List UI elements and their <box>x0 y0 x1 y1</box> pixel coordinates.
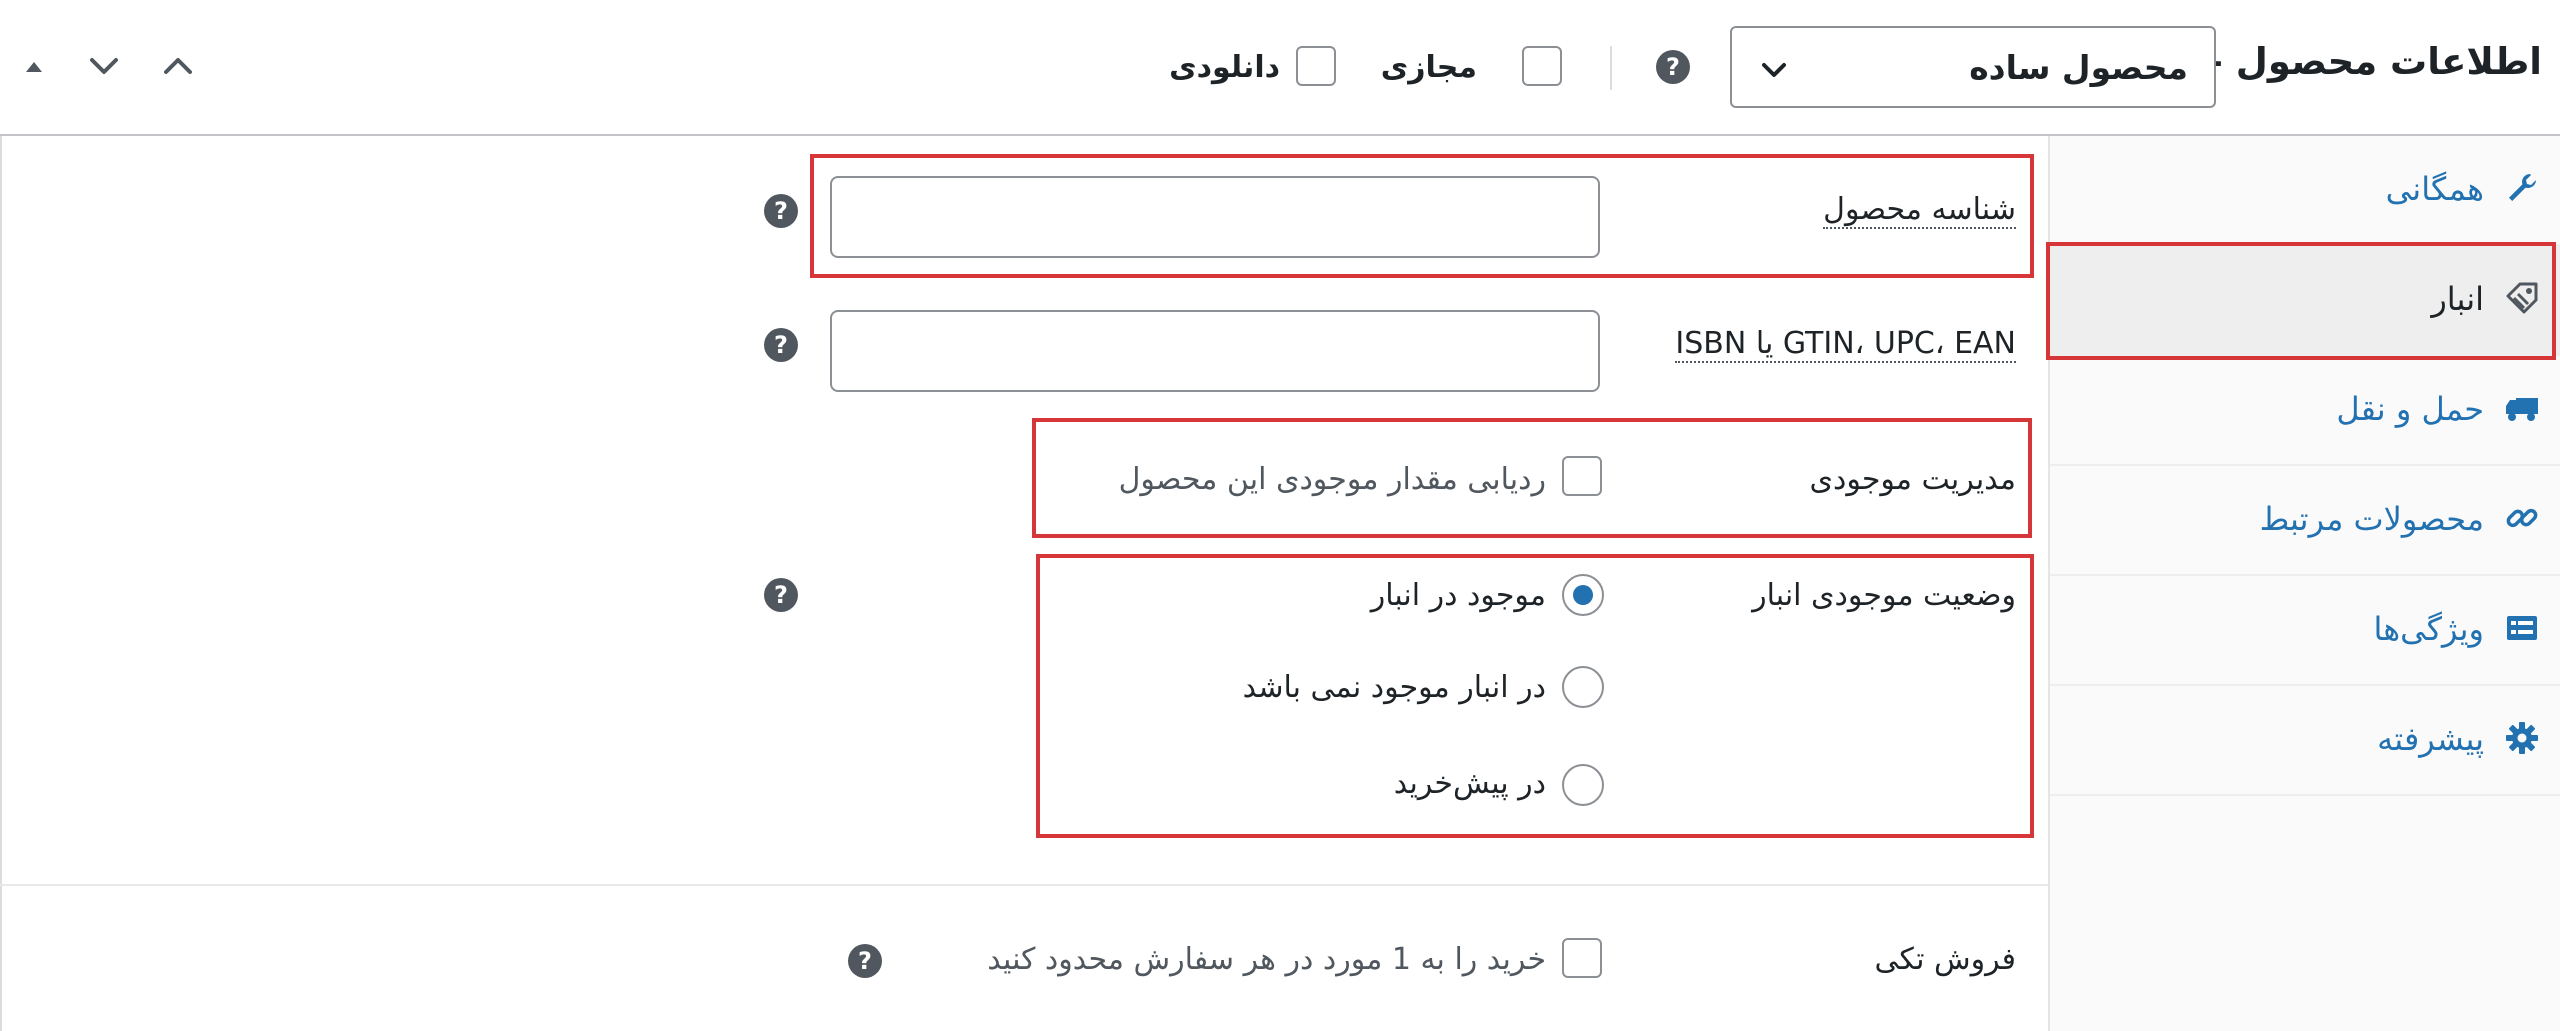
gtin-label: GTIN، UPC، EAN یا ISBN <box>1675 326 2016 363</box>
tab-attributes[interactable]: ویژگی‌ها <box>2050 576 2560 686</box>
virtual-label: مجازی <box>1380 50 1477 85</box>
tab-general-label: همگانی <box>2385 170 2484 208</box>
header-divider <box>1610 46 1612 90</box>
section-divider <box>0 884 2048 886</box>
sold-individually-checkbox[interactable] <box>1562 938 1602 978</box>
downloadable-checkbox[interactable] <box>1296 46 1336 86</box>
virtual-checkbox[interactable] <box>1522 46 1562 86</box>
highlight-stock-status-group <box>1036 554 2034 838</box>
sold-individually-label: فروش تکی <box>1874 942 2016 977</box>
highlight-sku-row <box>810 154 2034 278</box>
tab-advanced[interactable]: پیشرفته <box>2050 686 2560 796</box>
tab-advanced-label: پیشرفته <box>2377 720 2484 758</box>
tab-shipping-label: حمل و نقل <box>2336 390 2484 428</box>
triangle-up-icon[interactable] <box>14 46 54 86</box>
wrench-icon <box>2509 174 2536 201</box>
chevron-up-icon[interactable] <box>158 46 198 86</box>
panel-title: اطلاعات محصول — <box>2185 40 2542 83</box>
downloadable-label: دانلودی <box>1169 50 1280 85</box>
truck-icon <box>2506 398 2538 421</box>
tab-linked-products[interactable]: محصولات مرتبط <box>2050 466 2560 576</box>
tab-general[interactable]: همگانی <box>2050 136 2560 246</box>
list-icon <box>2507 616 2537 640</box>
highlight-inventory-tab <box>2046 242 2556 360</box>
gtin-help-icon[interactable]: ? <box>764 328 798 362</box>
product-type-select[interactable]: محصول ساده <box>1730 26 2216 108</box>
tab-attributes-label: ویژگی‌ها <box>2373 610 2484 648</box>
chevron-down-icon <box>1762 63 1786 77</box>
help-icon[interactable]: ? <box>1656 50 1690 84</box>
tab-shipping[interactable]: حمل و نقل <box>2050 356 2560 466</box>
link-icon <box>2506 508 2538 528</box>
sold-individually-checkbox-label: خرید را به 1 مورد در هر سفارش محدود کنید <box>987 942 1546 977</box>
stock-status-help-icon[interactable]: ? <box>764 578 798 612</box>
gtin-input[interactable] <box>830 310 1600 392</box>
tab-linked-products-label: محصولات مرتبط <box>2259 500 2484 538</box>
gear-icon <box>2506 722 2538 754</box>
sold-individually-help-icon[interactable]: ? <box>848 944 882 978</box>
product-type-value: محصول ساده <box>1969 48 2188 87</box>
sku-help-icon[interactable]: ? <box>764 194 798 228</box>
chevron-down-icon[interactable] <box>84 46 124 86</box>
highlight-manage-stock-row <box>1032 418 2032 538</box>
product-data-header: اطلاعات محصول — محصول ساده ? مجازی دانلو… <box>0 0 2560 136</box>
